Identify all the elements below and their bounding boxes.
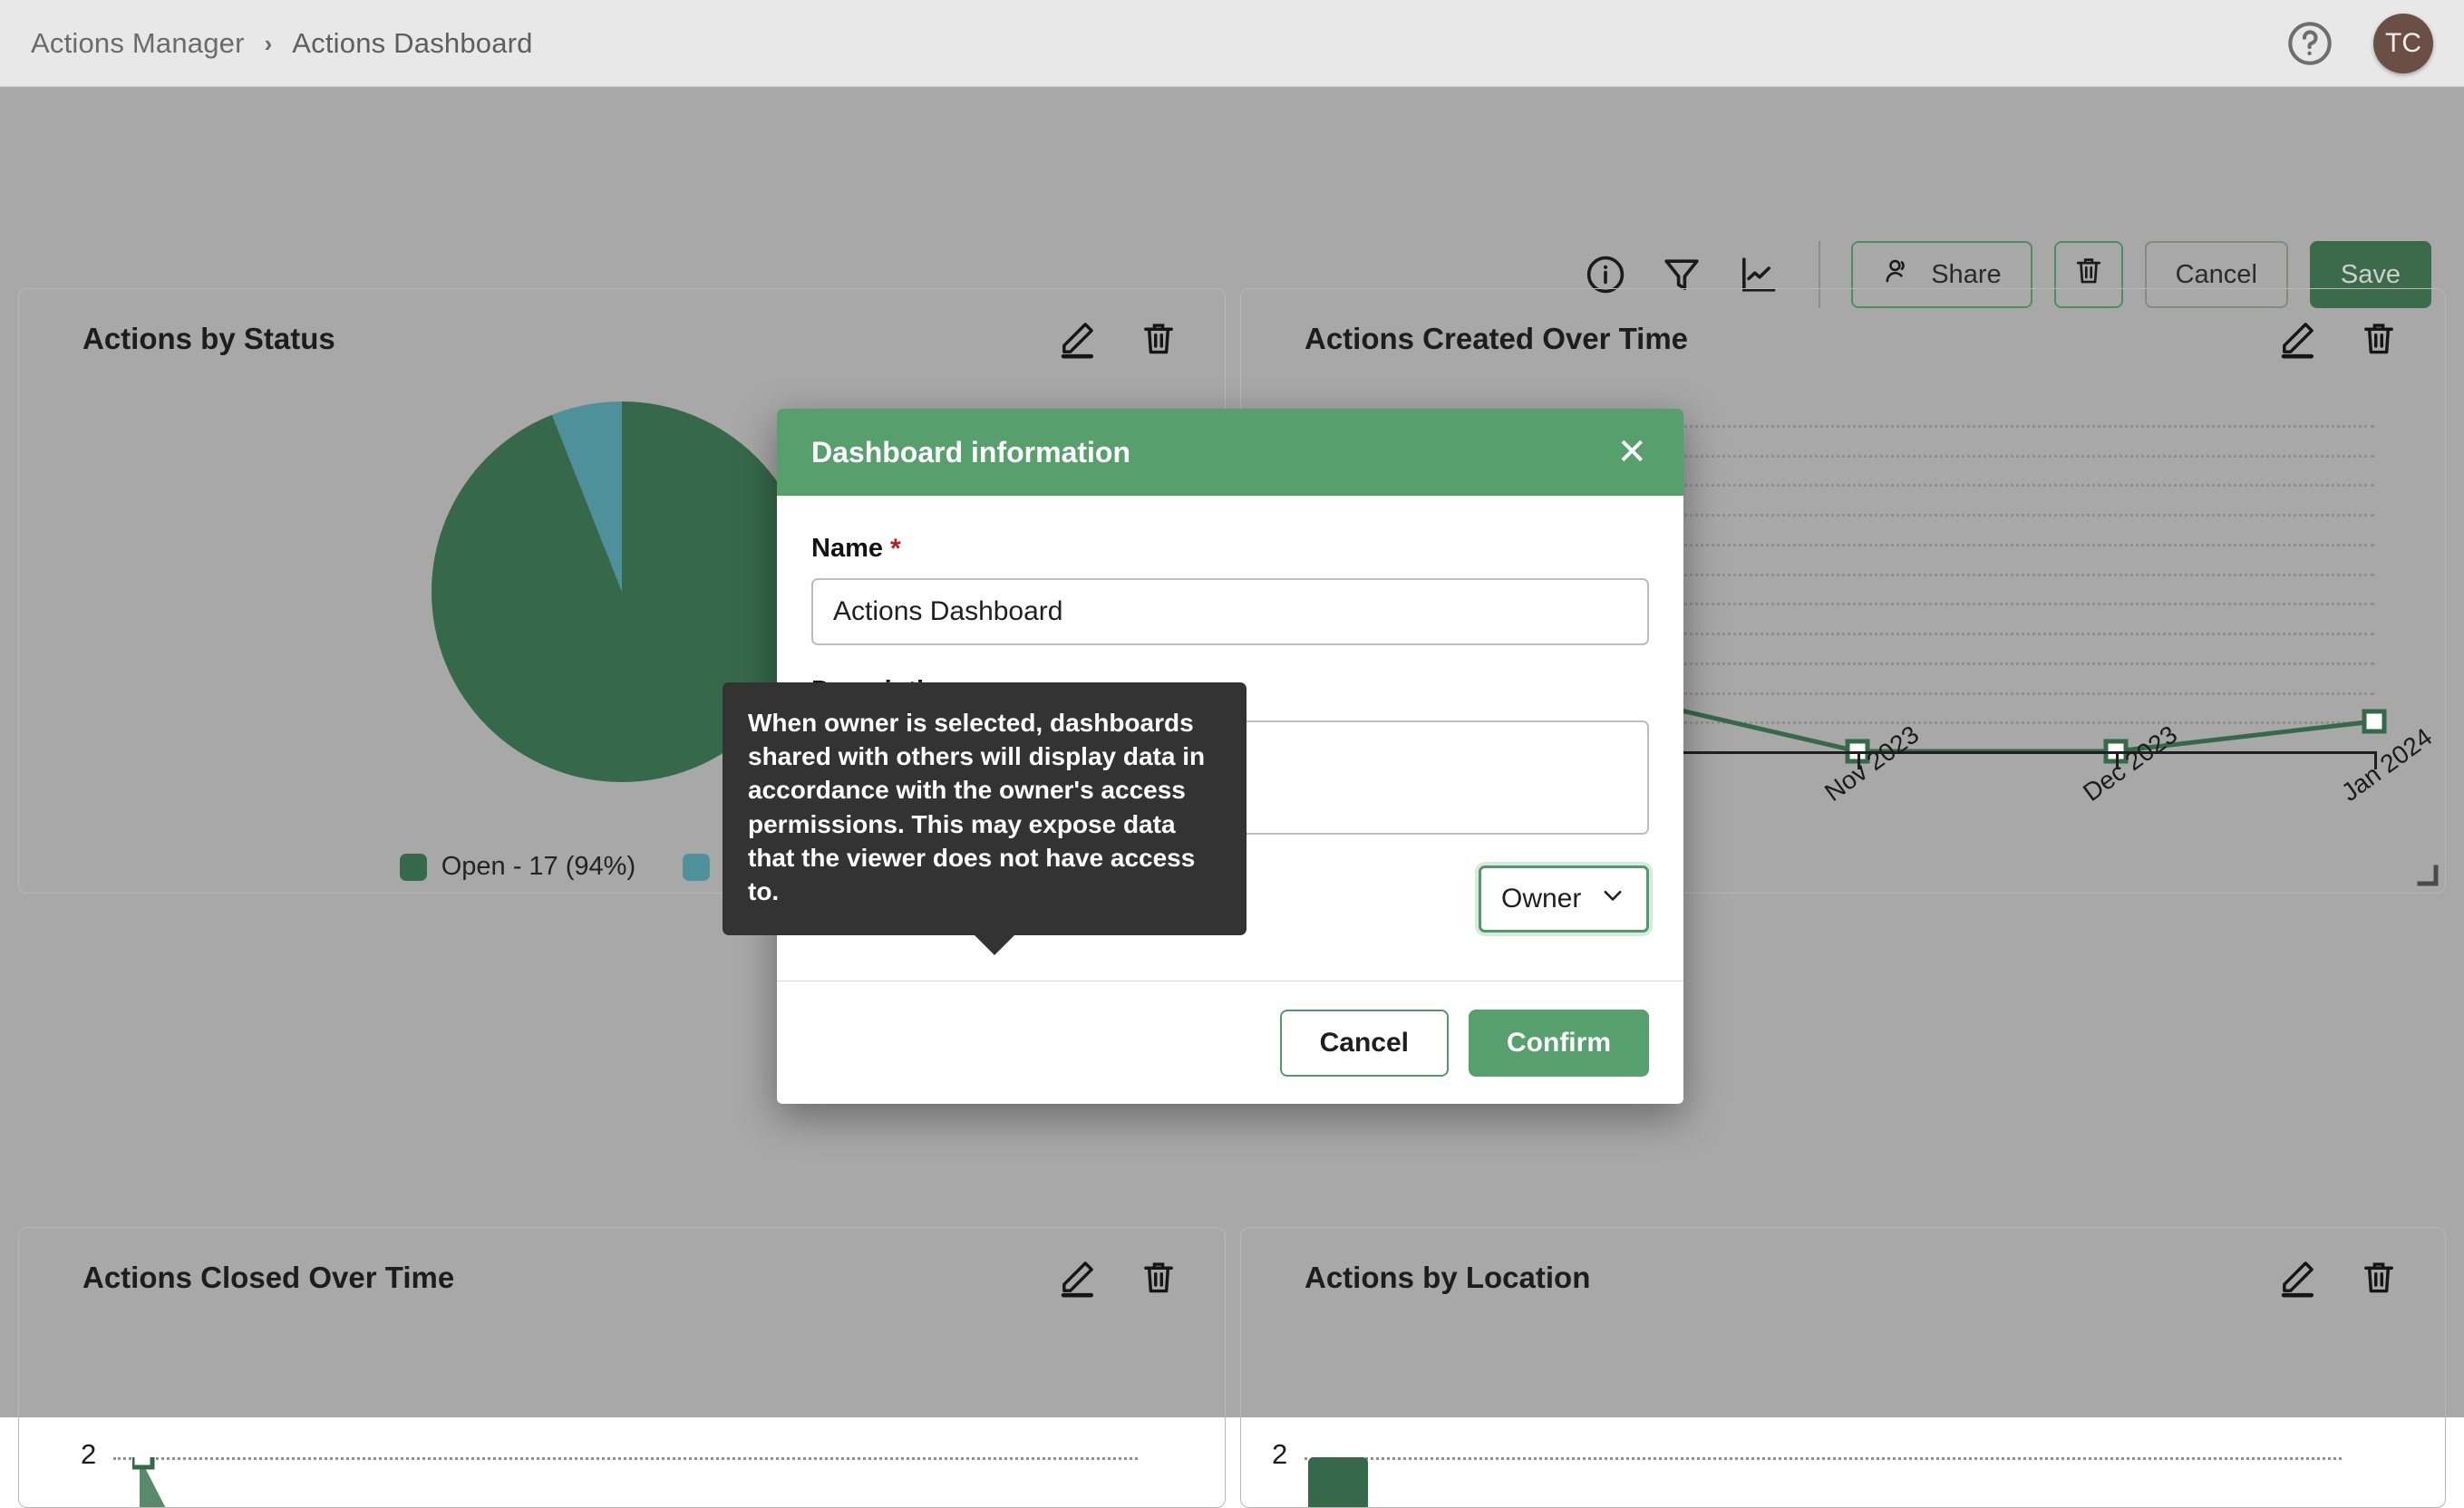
card-header: Actions Closed Over Time bbox=[19, 1228, 1225, 1328]
breadcrumb-item-actions-manager[interactable]: Actions Manager bbox=[31, 27, 245, 60]
trash-icon[interactable] bbox=[1138, 1257, 1179, 1299]
breadcrumb-item-actions-dashboard[interactable]: Actions Dashboard bbox=[292, 27, 532, 60]
card-actions-closed-over-time: Actions Closed Over Time 2 bbox=[18, 1227, 1226, 1508]
trash-icon[interactable] bbox=[2358, 1257, 2400, 1299]
card-title: Actions by Status bbox=[82, 322, 335, 355]
card-actions-by-location: Actions by Location 2 bbox=[1240, 1227, 2446, 1508]
cancel-button-label: Cancel bbox=[2175, 259, 2257, 289]
avatar[interactable]: TC bbox=[2373, 13, 2433, 73]
data-displayed-select[interactable]: Owner bbox=[1479, 865, 1649, 933]
y-axis-tick-label: 2 bbox=[1272, 1438, 1288, 1470]
required-asterisk: * bbox=[890, 533, 901, 564]
card-title: Actions by Location bbox=[1305, 1261, 1591, 1294]
modal-cancel-button[interactable]: Cancel bbox=[1279, 1009, 1449, 1077]
share-button-label: Share bbox=[1931, 259, 2002, 289]
legend-swatch-closed bbox=[683, 853, 711, 881]
card-tools bbox=[2276, 1257, 2400, 1299]
card-header: Actions Created Over Time bbox=[1241, 289, 2445, 389]
save-button-label: Save bbox=[2340, 259, 2401, 289]
modal-title: Dashboard information bbox=[811, 435, 1131, 469]
card-title: Actions Closed Over Time bbox=[82, 1261, 455, 1294]
pencil-edit-icon[interactable] bbox=[1056, 318, 1098, 360]
card-header: Actions by Status bbox=[19, 289, 1225, 389]
modal-confirm-label: Confirm bbox=[1507, 1027, 1611, 1058]
close-x-icon[interactable]: ✕ bbox=[1616, 434, 1647, 470]
data-displayed-selected-value: Owner bbox=[1501, 884, 1582, 914]
legend-label-open: Open - 17 (94%) bbox=[441, 852, 636, 881]
name-label-text: Name bbox=[811, 534, 883, 563]
trash-icon[interactable] bbox=[2358, 318, 2400, 360]
modal-cancel-label: Cancel bbox=[1319, 1027, 1409, 1058]
help-circle-icon[interactable] bbox=[2286, 20, 2333, 67]
gridline bbox=[113, 1457, 1138, 1460]
y-axis-tick-label: 2 bbox=[81, 1438, 97, 1470]
name-field-label: Name * bbox=[811, 534, 1649, 564]
card-tools bbox=[2276, 318, 2400, 360]
legend-swatch-open bbox=[399, 853, 427, 881]
card-header: Actions by Location bbox=[1241, 1228, 2445, 1328]
legend-item[interactable]: Open - 17 (94%) bbox=[399, 852, 636, 882]
pencil-edit-icon[interactable] bbox=[2276, 318, 2318, 360]
modal-header: Dashboard information ✕ bbox=[777, 409, 1683, 496]
tooltip-text: When owner is selected, dashboards share… bbox=[748, 709, 1206, 906]
modal-confirm-button[interactable]: Confirm bbox=[1469, 1009, 1649, 1077]
name-input-value: Actions Dashboard bbox=[833, 596, 1063, 626]
area-series-closed bbox=[132, 1457, 166, 1507]
trash-icon[interactable] bbox=[1138, 318, 1179, 360]
top-bar-right: TC bbox=[2286, 13, 2433, 73]
gridline bbox=[1305, 1457, 2342, 1460]
card-title: Actions Created Over Time bbox=[1305, 322, 1689, 355]
card-tools bbox=[1056, 1257, 1179, 1299]
avatar-initials: TC bbox=[2385, 27, 2421, 58]
pencil-edit-icon[interactable] bbox=[1056, 1257, 1098, 1299]
name-input[interactable]: Actions Dashboard bbox=[811, 578, 1649, 645]
breadcrumb-separator-icon: › bbox=[264, 29, 273, 57]
pencil-edit-icon[interactable] bbox=[2276, 1257, 2318, 1299]
bar-actions-by-location bbox=[1308, 1457, 1368, 1507]
card-tools bbox=[1056, 318, 1179, 360]
top-bar: Actions Manager › Actions Dashboard TC bbox=[0, 0, 2464, 87]
data-displayed-tooltip: When owner is selected, dashboards share… bbox=[723, 682, 1247, 956]
modal-footer: Cancel Confirm bbox=[777, 981, 1683, 1104]
breadcrumb: Actions Manager › Actions Dashboard bbox=[31, 27, 533, 60]
chevron-down-icon bbox=[1599, 882, 1626, 916]
card-resize-handle[interactable] bbox=[2416, 864, 2440, 887]
